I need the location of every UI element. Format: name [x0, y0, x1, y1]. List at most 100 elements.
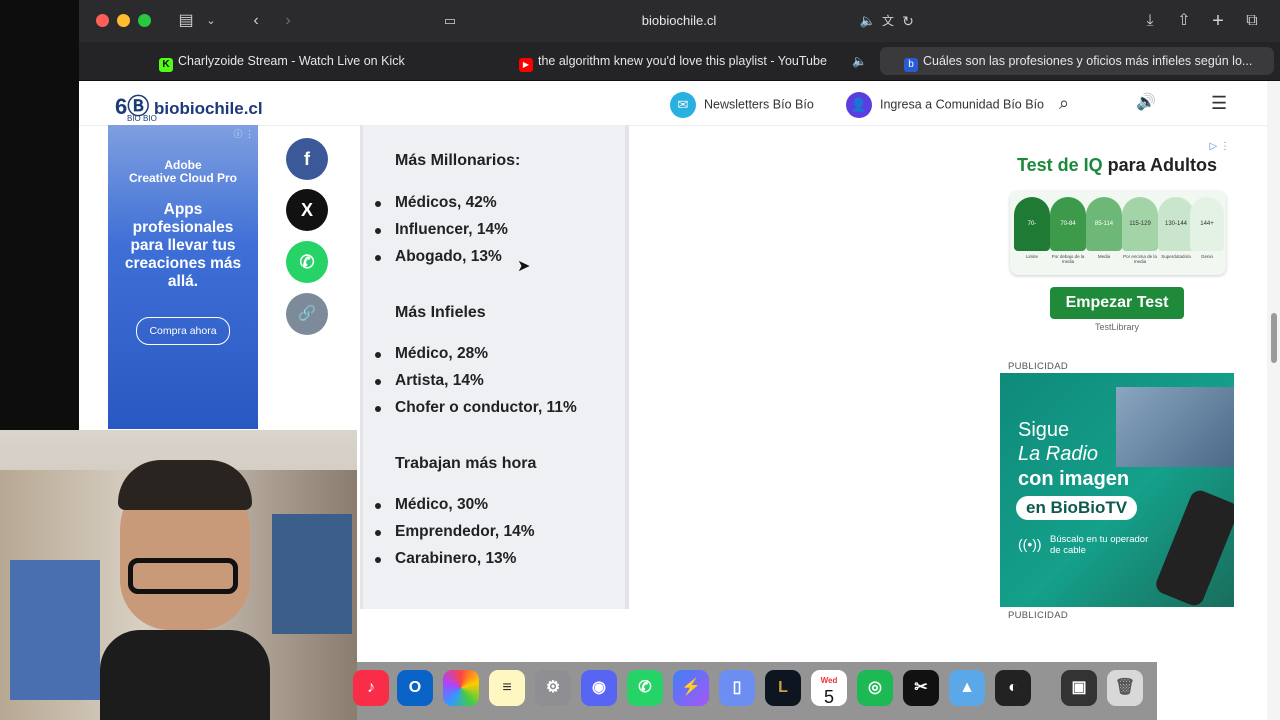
sidebar-icon[interactable]: ▤: [175, 10, 197, 32]
ad-line3: con imagen: [1018, 468, 1130, 490]
community-link[interactable]: 👤 Ingresa a Comunidad Bío Bío: [846, 92, 1044, 118]
copy-link-button[interactable]: 🔗: [286, 293, 328, 335]
ad-cta-button[interactable]: Compra ahora: [136, 317, 230, 345]
tab-overview-icon[interactable]: ⧉: [1241, 10, 1263, 32]
site-header: 6Ⓑ biobiochile.cl BIO BIO ✉ Newsletters B…: [79, 81, 1269, 126]
scale-label-5: Superdotado/a: [1161, 254, 1191, 259]
x-icon: X: [300, 200, 313, 220]
tab-biobio[interactable]: b Cuáles son las profesiones y oficios má…: [880, 47, 1274, 75]
newsletters-link[interactable]: ✉ Newsletters Bío Bío: [670, 92, 814, 118]
minimize-window-button[interactable]: [117, 14, 130, 27]
ad-brand: Adobe Creative Cloud Pro: [128, 158, 238, 185]
dock: ♪ O ≡ ⚙ ◉ ✆ ⚡ ▯ L Wed 5 ◎ ✂ ▲ ◐ ▣ 🗑: [353, 662, 1157, 720]
biobio-favicon-icon: b: [904, 58, 918, 72]
bullet: [375, 228, 381, 234]
remote-control-image: [1153, 487, 1234, 607]
whatsapp-app-icon[interactable]: ✆: [627, 670, 663, 706]
app-icon[interactable]: ▲: [949, 670, 985, 706]
shirt-image: [100, 630, 270, 720]
photos-app-icon[interactable]: [443, 670, 479, 706]
bullet: [375, 530, 381, 536]
files-app-icon[interactable]: ▯: [719, 670, 755, 706]
tab-label: Cuáles son las profesiones y oficios más…: [923, 54, 1253, 68]
scale-head-3: 85-114: [1086, 197, 1122, 251]
mouse-cursor-icon: ➤: [517, 258, 531, 275]
x-share-button[interactable]: X: [286, 189, 328, 231]
downloads-icon[interactable]: ⤓: [1139, 10, 1161, 32]
article-list-box: Más Millonarios: Médicos, 42% Influencer…: [360, 125, 629, 609]
scale-label-3: Media: [1097, 254, 1111, 259]
messenger-app-icon[interactable]: ⚡: [673, 670, 709, 706]
bullet: [375, 352, 381, 358]
share-icon[interactable]: ⇧: [1173, 10, 1195, 32]
settings-app-icon[interactable]: ⚙: [535, 670, 571, 706]
new-tab-icon[interactable]: +: [1207, 10, 1229, 32]
bullet: [375, 503, 381, 509]
notes-app-icon[interactable]: ≡: [489, 670, 525, 706]
ad-choices-icon[interactable]: ▷ ⋮: [1210, 141, 1230, 152]
address-bar[interactable]: biobiochile.cl: [439, 8, 919, 34]
calendar-month: Wed: [820, 676, 838, 685]
audio-playing-icon[interactable]: 🔈: [859, 10, 877, 32]
reload-icon[interactable]: ↻: [899, 10, 917, 32]
ad-sponsor: TestLibrary: [1094, 322, 1139, 332]
forward-icon[interactable]: ›: [277, 10, 299, 32]
findmy-app-icon[interactable]: ◎: [857, 670, 893, 706]
discord-app-icon[interactable]: ◉: [581, 670, 617, 706]
list-item: Médico, 30%: [395, 496, 489, 513]
hamburger-menu-icon[interactable]: ☰: [1211, 92, 1227, 114]
tab-bar: K Charlyzoide Stream - Watch Live on Kick…: [79, 42, 1280, 81]
list-item: Carabinero, 13%: [395, 550, 517, 567]
translate-icon[interactable]: 文: [879, 10, 897, 32]
chevron-down-icon[interactable]: ⌄: [203, 10, 219, 32]
whatsapp-share-button[interactable]: ✆: [286, 241, 328, 283]
logo-sub: BIO BIO: [127, 114, 157, 123]
recent-window-icon[interactable]: ▣: [1061, 670, 1097, 706]
ad-info-icon[interactable]: ⓘ ⋮: [233, 127, 254, 140]
adobe-ad[interactable]: ⓘ ⋮ Adobe Creative Cloud Pro Apps profes…: [108, 125, 258, 429]
start-test-button[interactable]: Empezar Test: [1050, 287, 1184, 319]
facebook-icon: f: [304, 149, 310, 169]
scale-label-4: Por encima de la media: [1123, 254, 1157, 264]
community-label: Ingresa a Comunidad Bío Bío: [880, 97, 1044, 112]
ad-title-part1: Test de IQ: [1016, 155, 1103, 175]
capcut-app-icon[interactable]: ✂: [903, 670, 939, 706]
bullet: [375, 255, 381, 261]
back-icon[interactable]: ‹: [245, 10, 267, 32]
trash-icon[interactable]: 🗑: [1107, 670, 1143, 706]
user-icon: 👤: [846, 92, 872, 118]
tab-audio-icon[interactable]: 🔈: [852, 47, 870, 75]
tab-kick[interactable]: K Charlyzoide Stream - Watch Live on Kick: [159, 47, 479, 75]
list-item: Abogado, 13%: [395, 248, 502, 265]
search-icon[interactable]: ⌕: [1059, 92, 1069, 114]
scrollbar-thumb[interactable]: [1271, 313, 1277, 363]
bullet: [375, 557, 381, 563]
page-scrollbar[interactable]: [1267, 81, 1280, 720]
outlook-app-icon[interactable]: O: [397, 670, 433, 706]
section-title: Más Millonarios:: [395, 152, 521, 169]
facebook-share-button[interactable]: f: [286, 138, 328, 180]
obs-app-icon[interactable]: ◐: [995, 670, 1031, 706]
kick-icon: K: [159, 58, 173, 72]
ad-sub: Búscalo en tu operador de cable: [1050, 534, 1149, 556]
broadcast-icon: ((•)): [1018, 536, 1042, 552]
calendar-app-icon[interactable]: Wed 5: [811, 670, 847, 706]
title-bar: ▤ ⌄ ‹ › ▭ biobiochile.cl 🔈 文 ↻ ⤓ ⇧ + ⧉: [79, 0, 1280, 42]
scale-head-6: 144+: [1190, 197, 1224, 251]
audio-icon[interactable]: 🔊: [1136, 92, 1156, 114]
tab-youtube[interactable]: ▶ the algorithm knew you'd love this play…: [519, 47, 869, 75]
biobio-logo[interactable]: 6Ⓑ biobiochile.cl BIO BIO: [115, 89, 263, 123]
close-window-button[interactable]: [96, 14, 109, 27]
list-item: Influencer, 14%: [395, 221, 508, 238]
scale-label-1: Limite: [1025, 254, 1038, 259]
hair-image: [118, 460, 252, 510]
league-app-icon[interactable]: L: [765, 670, 801, 706]
poster-left-image: [10, 560, 100, 700]
zoom-window-button[interactable]: [138, 14, 151, 27]
music-app-icon[interactable]: ♪: [353, 670, 389, 706]
biobiotv-ad[interactable]: Sigue La Radio con imagen en BioBioTV ((…: [1000, 373, 1234, 607]
ad-line1: Sigue: [1018, 419, 1070, 441]
iq-test-ad[interactable]: ▷ ⋮ Test de IQ para Adultos 70- 70-84 85…: [1000, 139, 1234, 335]
ad-headline: Apps profesionales para llevar tus creac…: [124, 201, 242, 290]
tv-screen-image: [1116, 387, 1234, 467]
